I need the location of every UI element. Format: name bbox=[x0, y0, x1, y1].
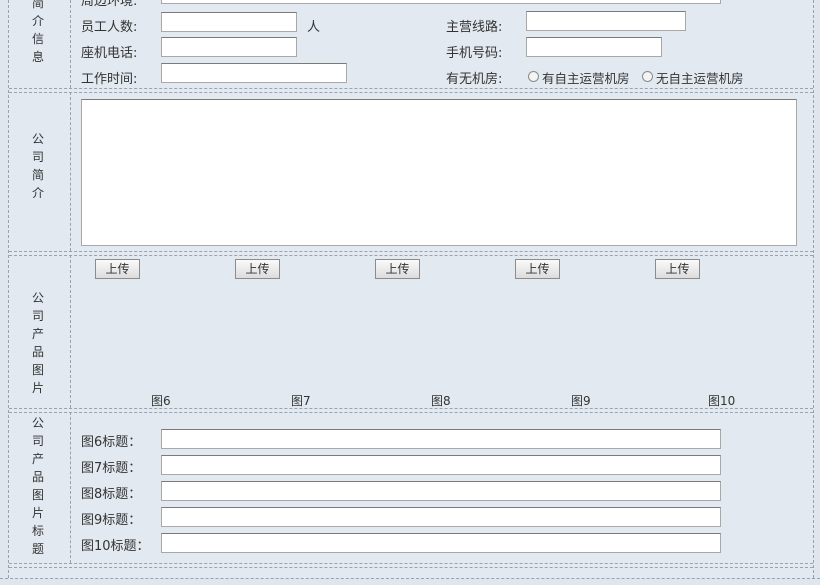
upload-button-image7[interactable]: 上传 bbox=[235, 259, 280, 279]
product-images-section: 公 司 产 品 图 片 上传 上传 上传 上传 上传 图6 图7 图8 图9 图… bbox=[9, 255, 813, 408]
landline-input[interactable] bbox=[161, 37, 297, 57]
section-divider bbox=[9, 563, 813, 564]
has-room-option-label: 有自主运营机房 bbox=[542, 71, 630, 86]
section-divider bbox=[9, 408, 813, 409]
work-hours-input[interactable] bbox=[161, 63, 347, 83]
address-label: 周边环境: bbox=[81, 0, 138, 9]
side-char: 图 bbox=[31, 363, 44, 377]
side-char: 公 bbox=[31, 416, 44, 430]
side-char: 产 bbox=[31, 327, 44, 341]
image-titles-section: 公 司 产 品 图 片 标 题 图6标题： 图7标题： 图8标题： 图9标题： … bbox=[9, 412, 813, 563]
image8-title-input[interactable] bbox=[161, 481, 721, 501]
upload-button-image6[interactable]: 上传 bbox=[95, 259, 140, 279]
employees-label: 员工人数: bbox=[81, 20, 138, 35]
work-hours-label: 工作时间: bbox=[81, 72, 138, 87]
section-divider bbox=[9, 251, 813, 252]
side-char: 介 bbox=[31, 14, 44, 28]
has-room-radio[interactable] bbox=[528, 71, 539, 82]
side-char: 品 bbox=[31, 470, 44, 484]
image6-title-input[interactable] bbox=[161, 429, 721, 449]
side-char: 标 bbox=[31, 524, 44, 538]
bottom-border bbox=[0, 578, 820, 579]
section-divider bbox=[9, 88, 813, 89]
side-char: 息 bbox=[31, 50, 44, 64]
image8-title-label: 图8标题： bbox=[81, 487, 142, 502]
side-char: 公 bbox=[31, 132, 44, 146]
intro-section: 公 司 简 介 bbox=[9, 92, 813, 251]
main-routes-input[interactable] bbox=[526, 11, 686, 31]
image9-title-input[interactable] bbox=[161, 507, 721, 527]
side-char: 题 bbox=[31, 542, 44, 556]
image10-title-input[interactable] bbox=[161, 533, 721, 553]
image-caption: 图7 bbox=[291, 394, 311, 408]
image10-title-label: 图10标题： bbox=[81, 539, 150, 554]
side-char: 产 bbox=[31, 452, 44, 466]
image6-title-label: 图6标题： bbox=[81, 435, 142, 450]
image-caption: 图10 bbox=[708, 394, 736, 408]
side-char: 图 bbox=[31, 488, 44, 502]
side-char: 司 bbox=[31, 434, 44, 448]
side-char: 品 bbox=[31, 345, 44, 359]
basic-info-section: 简 介 信 息 周边环境: 员工人数: 人 主营线路: 座机电话: 手机号码: … bbox=[9, 0, 813, 88]
side-char: 司 bbox=[31, 150, 44, 164]
form-frame: 简 介 信 息 周边环境: 员工人数: 人 主营线路: 座机电话: 手机号码: … bbox=[8, 0, 814, 578]
side-char: 简 bbox=[31, 168, 44, 182]
mobile-label: 手机号码: bbox=[446, 46, 503, 61]
mobile-input[interactable] bbox=[526, 37, 662, 57]
side-char: 简 bbox=[31, 0, 44, 10]
side-char: 片 bbox=[31, 381, 44, 395]
image-caption: 图9 bbox=[571, 394, 591, 408]
image-caption: 图6 bbox=[151, 394, 171, 408]
engine-room-label: 有无机房: bbox=[446, 72, 503, 87]
basic-info-side: 简 介 信 息 bbox=[9, 0, 71, 88]
image7-title-label: 图7标题： bbox=[81, 461, 142, 476]
address-input[interactable] bbox=[161, 0, 721, 4]
employees-unit: 人 bbox=[307, 20, 321, 35]
no-room-option-label: 无自主运营机房 bbox=[656, 71, 744, 86]
company-intro-textarea[interactable] bbox=[81, 99, 797, 246]
side-char: 司 bbox=[31, 309, 44, 323]
side-char: 片 bbox=[31, 506, 44, 520]
image-caption: 图8 bbox=[431, 394, 451, 408]
no-room-radio[interactable] bbox=[642, 71, 653, 82]
employees-input[interactable] bbox=[161, 12, 297, 32]
section-divider bbox=[9, 567, 813, 568]
landline-label: 座机电话: bbox=[81, 46, 138, 61]
image9-title-label: 图9标题： bbox=[81, 513, 142, 528]
upload-button-image8[interactable]: 上传 bbox=[375, 259, 420, 279]
intro-side: 公 司 简 介 bbox=[9, 92, 71, 251]
image7-title-input[interactable] bbox=[161, 455, 721, 475]
side-char: 公 bbox=[31, 291, 44, 305]
upload-button-image10[interactable]: 上传 bbox=[655, 259, 700, 279]
side-char: 介 bbox=[31, 186, 44, 200]
side-char: 信 bbox=[31, 32, 44, 46]
upload-button-image9[interactable]: 上传 bbox=[515, 259, 560, 279]
image-titles-side: 公 司 产 品 图 片 标 题 bbox=[9, 412, 71, 563]
product-images-side: 公 司 产 品 图 片 bbox=[9, 255, 71, 408]
main-routes-label: 主营线路: bbox=[446, 20, 503, 35]
